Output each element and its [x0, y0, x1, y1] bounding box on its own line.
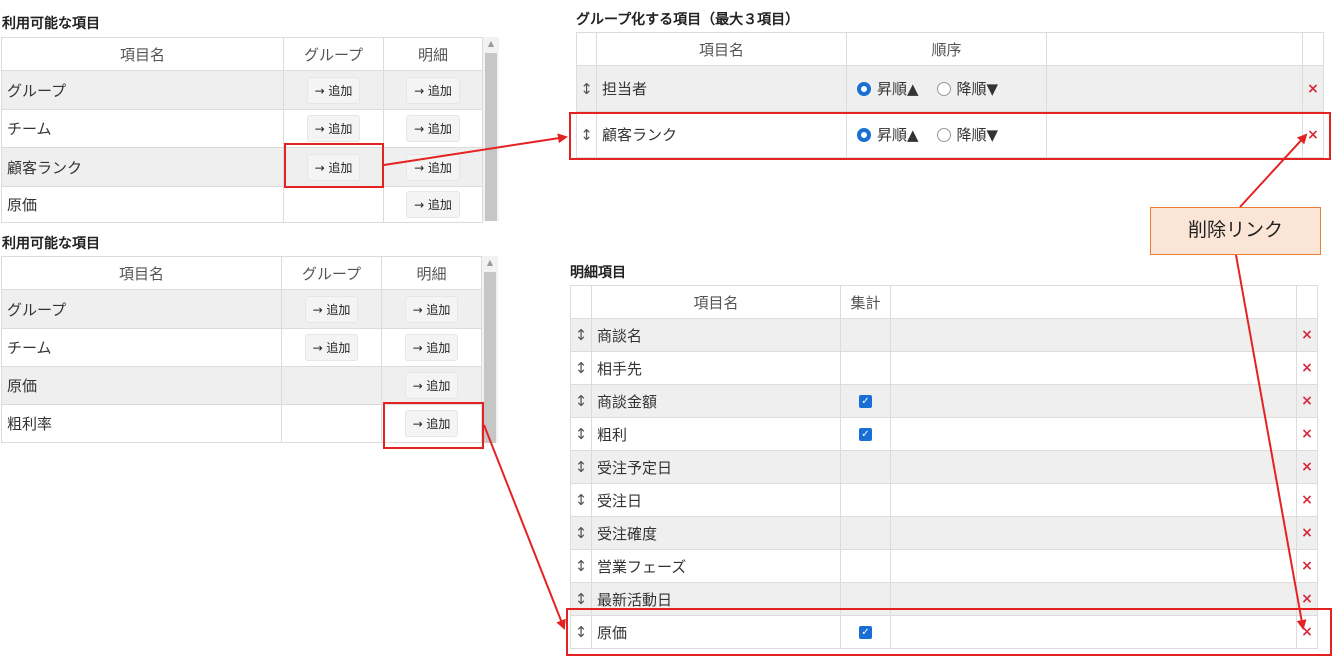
- delete-icon[interactable]: ×: [1296, 450, 1318, 484]
- drag-handle-icon[interactable]: ↕: [570, 384, 592, 418]
- scrollbar[interactable]: ▲: [482, 256, 498, 443]
- table-row: ↕ 営業フェーズ ×: [570, 549, 1318, 583]
- delete-icon[interactable]: ×: [1296, 318, 1318, 352]
- col-header-detail: 明細: [383, 37, 483, 71]
- item-name: 粗利: [591, 417, 841, 451]
- table-row: ↕ 受注予定日 ×: [570, 450, 1318, 484]
- available-items-heading: 利用可能な項目: [2, 236, 100, 252]
- add-to-detail-button[interactable]: → 追加: [406, 191, 460, 218]
- item-name: 粗利率: [1, 404, 282, 443]
- col-header-group: グループ: [281, 256, 382, 290]
- sort-desc-radio[interactable]: [936, 82, 951, 96]
- table-row: ↕ 受注日 ×: [570, 483, 1318, 517]
- table-row: グループ → 追加 → 追加: [1, 70, 483, 110]
- col-header-name: 項目名: [1, 256, 282, 290]
- item-name: グループ: [1, 70, 284, 110]
- drag-handle-icon[interactable]: ↕: [570, 351, 592, 385]
- available-items-table: 項目名 グループ 明細 グループ → 追加 → 追加 チーム → 追加 → 追加…: [1, 37, 483, 223]
- table-row: 顧客ランク → 追加 → 追加: [1, 147, 483, 187]
- table-row: チーム → 追加 → 追加: [1, 109, 483, 148]
- drag-handle-icon[interactable]: ↕: [576, 65, 597, 112]
- add-to-group-button[interactable]: → 追加: [304, 295, 359, 323]
- delete-icon[interactable]: ×: [1296, 483, 1318, 517]
- scroll-thumb[interactable]: [484, 272, 496, 443]
- sort-desc-label: 降順▼: [956, 80, 999, 98]
- item-name: 担当者: [596, 65, 847, 112]
- col-header-name: 項目名: [596, 32, 847, 66]
- delete-icon[interactable]: ×: [1296, 549, 1318, 583]
- item-name: 原価: [1, 186, 284, 223]
- drag-handle-icon[interactable]: ↕: [570, 549, 592, 583]
- add-to-detail-button[interactable]: → 追加: [404, 334, 459, 361]
- table-row: ↕ 粗利 ✓ ×: [570, 417, 1318, 451]
- add-to-group-button[interactable]: → 追加: [304, 334, 359, 361]
- table-row: ↕ 相手先 ×: [570, 351, 1318, 385]
- highlight-box: [383, 402, 484, 449]
- available-items-heading: 利用可能な項目: [2, 16, 100, 32]
- highlight-box: [284, 143, 384, 188]
- item-name: 原価: [1, 366, 282, 405]
- table-row: グループ → 追加 → 追加: [1, 289, 482, 329]
- delete-icon[interactable]: ×: [1296, 417, 1318, 451]
- table-row: ↕ 商談金額 ✓ ×: [570, 384, 1318, 418]
- table-row: ↕ 受注確度 ×: [570, 516, 1318, 550]
- col-header-group: グループ: [283, 37, 384, 71]
- table-row: 原価 → 追加: [1, 366, 482, 405]
- add-to-detail-button[interactable]: → 追加: [406, 115, 460, 142]
- scroll-up-icon[interactable]: ▲: [483, 39, 499, 48]
- sort-asc-label: 昇順▲: [877, 80, 919, 98]
- col-header-aggregate: 集計: [840, 285, 891, 319]
- delete-icon[interactable]: ×: [1296, 516, 1318, 550]
- add-to-detail-button[interactable]: → 追加: [404, 295, 459, 323]
- scrollbar[interactable]: ▲: [483, 37, 499, 221]
- table-row: ↕ 商談名 ×: [570, 318, 1318, 352]
- item-name: 営業フェーズ: [591, 549, 841, 583]
- drag-handle-icon[interactable]: ↕: [570, 483, 592, 517]
- add-to-detail-button[interactable]: → 追加: [406, 153, 460, 181]
- item-name: 商談名: [591, 318, 841, 352]
- highlight-box: [566, 608, 1332, 656]
- drag-handle-icon[interactable]: ↕: [570, 318, 592, 352]
- item-name: グループ: [1, 289, 282, 329]
- aggregate-checkbox[interactable]: ✓: [859, 428, 872, 441]
- highlight-box: [569, 112, 1331, 160]
- grouping-items-heading: グループ化する項目（最大３項目）: [576, 12, 800, 28]
- item-name: チーム: [1, 109, 284, 148]
- table-row: チーム → 追加 → 追加: [1, 328, 482, 367]
- drag-handle-icon[interactable]: ↕: [570, 516, 592, 550]
- add-to-detail-button[interactable]: → 追加: [406, 76, 460, 104]
- delete-icon[interactable]: ×: [1296, 351, 1318, 385]
- col-header-detail: 明細: [381, 256, 482, 290]
- aggregate-checkbox[interactable]: ✓: [859, 395, 872, 408]
- delete-icon[interactable]: ×: [1296, 384, 1318, 418]
- detail-items-table: 項目名 集計 ↕ 商談名 × ↕ 相手先 × ↕ 商談金額 ✓ × ↕ 粗利 ✓ × ↕ 受注予定日 × ↕ 受注日…: [570, 285, 1318, 649]
- col-header-order: 順序: [846, 32, 1047, 66]
- table-row: ↕ 担当者 昇順▲ 降順▼ ×: [576, 65, 1324, 112]
- item-name: 受注確度: [591, 516, 841, 550]
- add-to-detail-button[interactable]: → 追加: [404, 372, 459, 399]
- scroll-thumb[interactable]: [485, 53, 497, 221]
- add-to-group-button[interactable]: → 追加: [306, 76, 361, 104]
- arrow-to-details: [483, 424, 566, 630]
- item-name: 顧客ランク: [1, 147, 284, 187]
- item-name: 相手先: [591, 351, 841, 385]
- table-row: 原価 → 追加: [1, 186, 483, 223]
- delete-icon[interactable]: ×: [1302, 65, 1324, 112]
- scroll-up-icon[interactable]: ▲: [482, 258, 498, 267]
- add-to-group-button[interactable]: → 追加: [306, 115, 361, 142]
- drag-handle-icon[interactable]: ↕: [570, 417, 592, 451]
- drag-handle-icon[interactable]: ↕: [570, 450, 592, 484]
- item-name: 受注日: [591, 483, 841, 517]
- item-name: 商談金額: [591, 384, 841, 418]
- col-header-name: 項目名: [1, 37, 284, 71]
- item-name: チーム: [1, 328, 282, 367]
- delete-link-callout: 削除リンク: [1150, 207, 1321, 255]
- col-header-name: 項目名: [591, 285, 841, 319]
- detail-items-heading: 明細項目: [570, 265, 626, 281]
- sort-asc-radio[interactable]: [857, 82, 871, 96]
- item-name: 受注予定日: [591, 450, 841, 484]
